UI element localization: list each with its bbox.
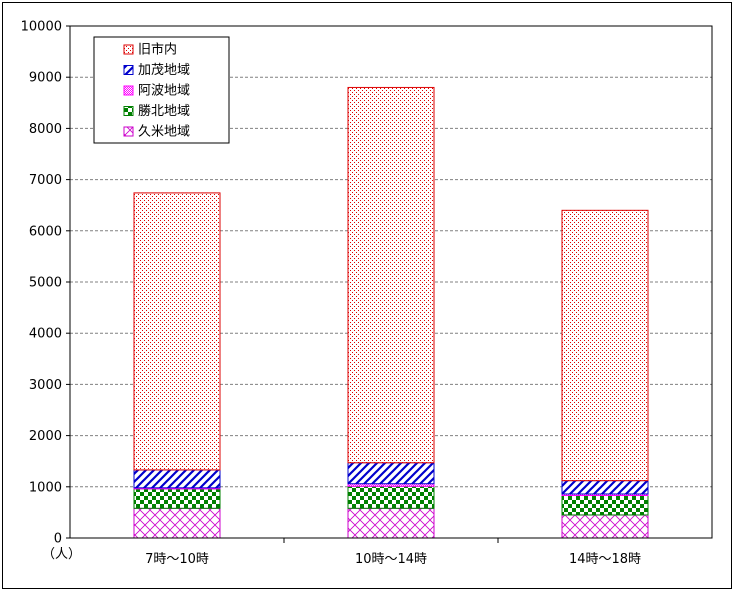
y-tick-label: 9000	[29, 71, 62, 86]
y-tick-label: 0	[54, 532, 62, 547]
bar-segment	[347, 462, 435, 485]
bar-segment	[347, 86, 435, 464]
legend-label: 久米地域	[138, 125, 190, 140]
chart-figure: 0 1000 2000 3000 4000 5000 6000 7000 8000 9000 100…	[0, 0, 734, 591]
legend-swatch	[123, 65, 134, 75]
legend-swatch	[123, 85, 134, 96]
legend-label: 旧市内	[138, 42, 177, 58]
y-tick-label: 8000	[29, 122, 62, 137]
legend-swatch	[123, 106, 134, 116]
y-unit-label: （人）	[42, 547, 81, 562]
y-tick-label: 4000	[29, 327, 62, 342]
bar-segment	[561, 514, 649, 539]
y-tick-label: 6000	[29, 224, 62, 239]
bar-segment	[133, 507, 221, 539]
bar-segment	[347, 507, 435, 539]
x-tick-label: 7時～10時	[145, 552, 209, 567]
bar-segment	[561, 480, 649, 495]
legend-label: 加茂地域	[138, 63, 190, 78]
legend-label: 勝北地域	[138, 104, 190, 119]
bar-segment	[133, 469, 221, 489]
y-tick-label: 2000	[29, 429, 62, 444]
x-tick-label: 10時～14時	[355, 552, 427, 567]
y-tick-label: 5000	[29, 276, 62, 291]
bar-segment	[561, 209, 649, 482]
y-tick-label: 10000	[21, 20, 62, 35]
bar-segment	[347, 485, 435, 509]
y-tick-label: 1000	[29, 480, 62, 495]
legend-label: 阿波地域	[138, 84, 190, 99]
bar-segment	[561, 495, 649, 516]
stacked-bar-chart: 0 1000 2000 3000 4000 5000 6000 7000 8000 9000 100…	[2, 2, 732, 589]
y-tick-label: 3000	[29, 378, 62, 393]
legend: 旧市内加茂地域阿波地域勝北地域久米地域	[93, 36, 230, 144]
legend-swatch	[123, 126, 134, 137]
x-tick-label: 14時～18時	[569, 552, 641, 567]
bar-segment	[133, 488, 221, 509]
bar-segment	[133, 192, 221, 471]
y-tick-label: 7000	[29, 173, 62, 188]
legend-swatch	[123, 44, 134, 55]
